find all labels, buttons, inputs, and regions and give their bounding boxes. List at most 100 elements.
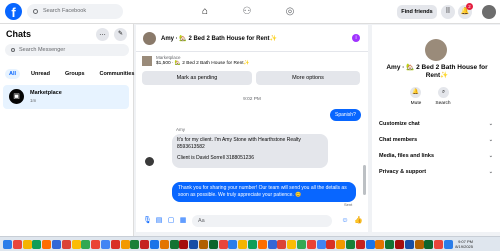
taskbar-app-icon[interactable] — [208, 240, 218, 249]
info-icon[interactable]: i — [352, 34, 360, 42]
mark-as-pending-button[interactable]: Mark as pending — [142, 71, 252, 85]
sticker-icon[interactable]: ▢ — [167, 217, 175, 225]
taskbar-app-icon[interactable] — [385, 240, 395, 249]
tab-all[interactable]: All — [5, 69, 21, 79]
photo-icon[interactable]: ▤ — [155, 217, 163, 225]
taskbar-app-icon[interactable] — [179, 240, 189, 249]
listing-price[interactable]: $1,500 · 🏡 2 Bed 2 Bath House for Rent✨ — [156, 61, 250, 66]
tab-groups[interactable]: Groups — [61, 69, 89, 79]
taskbar-app-icon[interactable] — [218, 240, 228, 249]
taskbar-app-icon[interactable] — [238, 240, 248, 249]
taskbar-app-icon[interactable] — [365, 240, 375, 249]
chats-sidebar: Chats … ✎ Search Messenger All Unread Gr… — [0, 24, 134, 236]
taskbar-app-icon[interactable] — [277, 240, 287, 249]
outgoing-message: Spanish? — [330, 109, 361, 121]
taskbar-app-icon[interactable] — [189, 240, 199, 249]
search-icon — [11, 48, 15, 52]
taskbar-app-icon[interactable] — [199, 240, 208, 249]
taskbar-app-icon[interactable] — [326, 240, 336, 249]
more-options-icon[interactable]: … — [96, 28, 109, 41]
taskbar-app-icon[interactable] — [404, 240, 414, 249]
taskbar-app-icon[interactable] — [306, 240, 316, 249]
taskbar-app-icon[interactable] — [42, 240, 52, 249]
taskbar-app-icon[interactable] — [434, 240, 444, 249]
mute-label: Mute — [410, 101, 422, 106]
taskbar-app-icon[interactable] — [91, 240, 101, 249]
taskbar-app-icon[interactable] — [414, 240, 424, 249]
more-options-button[interactable]: More options — [256, 71, 360, 85]
taskbar-app-icon[interactable] — [336, 240, 346, 249]
contact-avatar[interactable] — [425, 39, 447, 61]
taskbar-app-icon[interactable] — [228, 240, 238, 249]
facebook-logo[interactable]: f — [5, 3, 22, 20]
taskbar-app-icon[interactable] — [159, 240, 169, 249]
system-clock[interactable]: 9:07 PM 8/19/2025 — [451, 239, 473, 249]
taskbar-app-icon[interactable] — [297, 240, 306, 249]
taskbar-app-icon[interactable] — [150, 240, 159, 249]
taskbar-app-icon[interactable] — [287, 240, 297, 249]
chat-avatar[interactable] — [143, 32, 156, 45]
groups-icon[interactable]: ◎ — [284, 6, 296, 18]
taskbar-app-icon[interactable] — [257, 240, 267, 249]
facebook-search-input[interactable]: Search Facebook — [27, 4, 123, 19]
taskbar-app-icon[interactable] — [71, 240, 81, 249]
messenger-search-placeholder: Search Messenger — [19, 47, 66, 53]
taskbar-app-icon[interactable] — [61, 240, 71, 249]
friends-icon[interactable]: ⚇ — [241, 6, 253, 18]
customize-chat-label: Customize chat — [379, 121, 420, 127]
conversation-item-marketplace[interactable]: ▣ Marketplace 1m — [3, 85, 129, 109]
chevron-down-icon: ⌄ — [488, 137, 493, 143]
privacy-support-row[interactable]: Privacy & support ⌄ — [379, 169, 493, 175]
taskbar-app-icon[interactable] — [3, 240, 12, 249]
listing-thumbnail[interactable] — [142, 56, 152, 66]
taskbar-app-icon[interactable] — [22, 240, 32, 249]
tab-communities[interactable]: Communities — [96, 69, 139, 79]
menu-grid-icon[interactable]: ⠿ — [441, 5, 455, 19]
search-icon[interactable]: ⌕ — [438, 87, 449, 98]
taskbar-app-icon[interactable] — [248, 240, 257, 249]
microphone-icon[interactable]: 🎙 — [143, 217, 152, 225]
conversation-time: 1m — [30, 98, 37, 103]
taskbar-app-icon[interactable] — [169, 240, 179, 249]
mute-bell-icon[interactable]: 🔔 — [410, 87, 421, 98]
profile-avatar[interactable] — [482, 5, 496, 19]
taskbar-app-icon[interactable] — [140, 240, 150, 249]
taskbar-app-icon[interactable] — [12, 240, 22, 249]
message-input[interactable]: Aa — [192, 215, 332, 227]
find-friends-button[interactable]: Find friends — [397, 5, 437, 19]
emoji-icon[interactable]: ☺ — [341, 217, 349, 225]
search-placeholder: Search Facebook — [43, 8, 87, 14]
messenger-search-input[interactable]: Search Messenger — [5, 44, 129, 56]
taskbar-app-icon[interactable] — [424, 240, 434, 249]
taskbar-app-icon[interactable] — [395, 240, 404, 249]
taskbar-app-icon[interactable] — [52, 240, 61, 249]
chat-title[interactable]: Amy · 🏡 2 Bed 2 Bath House for Rent✨ — [161, 35, 277, 42]
chat-filter-tabs: All Unread Groups Communities — [5, 68, 138, 80]
taskbar-app-icon[interactable] — [32, 240, 42, 249]
taskbar-app-icon[interactable] — [375, 240, 385, 249]
chat-scrollbar[interactable] — [363, 165, 366, 195]
taskbar-app-icon[interactable] — [81, 240, 91, 249]
taskbar-app-icon[interactable] — [110, 240, 120, 249]
chat-header: Amy · 🏡 2 Bed 2 Bath House for Rent✨ i — [136, 25, 368, 52]
taskbar-app-icon[interactable] — [120, 240, 130, 249]
chevron-down-icon: ⌄ — [488, 121, 493, 127]
customize-chat-row[interactable]: Customize chat ⌄ — [379, 121, 493, 127]
media-files-links-row[interactable]: Media, files and links ⌄ — [379, 153, 493, 159]
taskbar-app-icon[interactable] — [130, 240, 140, 249]
incoming-message: It's for my client. I'm Amy Stone with H… — [172, 134, 328, 168]
home-icon[interactable]: ⌂ — [199, 6, 211, 18]
gif-icon[interactable]: ▦ — [179, 217, 187, 225]
taskbar-app-icon[interactable] — [267, 240, 277, 249]
chat-members-row[interactable]: Chat members ⌄ — [379, 137, 493, 143]
taskbar-app-icon[interactable] — [101, 240, 110, 249]
chevron-down-icon: ⌄ — [488, 153, 493, 159]
marketplace-listing-bar: Marketplace $1,500 · 🏡 2 Bed 2 Bath Hous… — [136, 53, 368, 90]
like-thumb-icon[interactable]: 👍 — [354, 217, 363, 225]
message-timestamp: 9:02 PM — [243, 97, 261, 102]
taskbar-app-icon[interactable] — [346, 240, 355, 249]
taskbar-app-icon[interactable] — [316, 240, 326, 249]
compose-icon[interactable]: ✎ — [114, 28, 127, 41]
tab-unread[interactable]: Unread — [27, 69, 54, 79]
taskbar-app-icon[interactable] — [355, 240, 365, 249]
